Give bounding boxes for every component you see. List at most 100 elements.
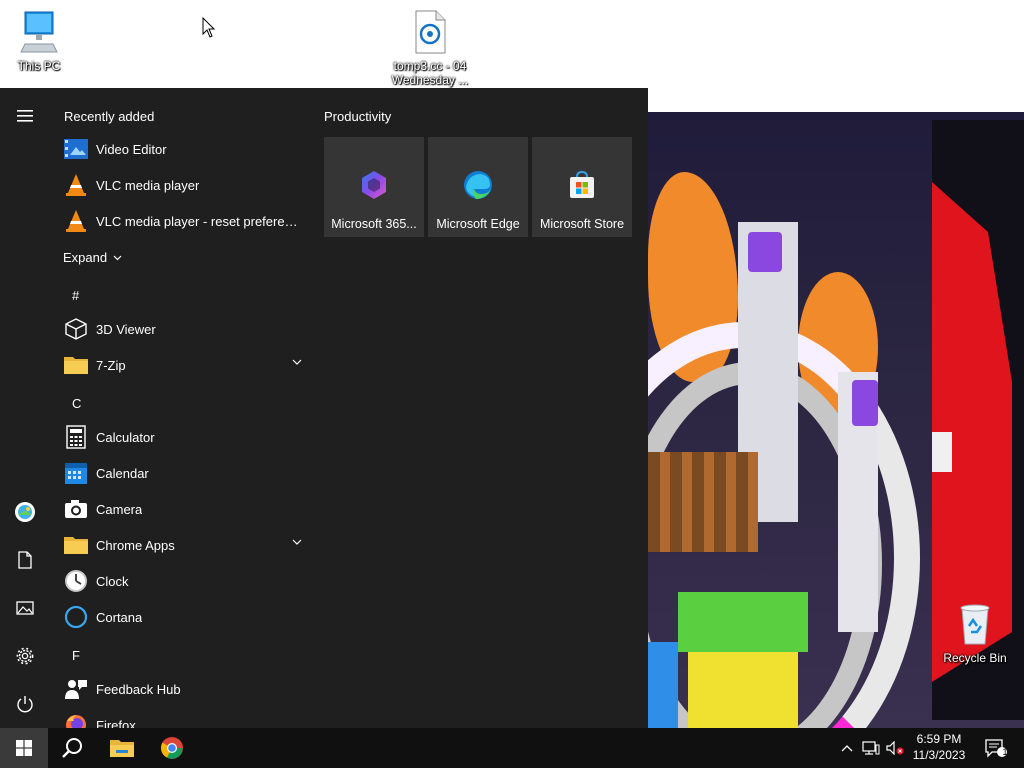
app-firefox[interactable]: Firefox	[58, 707, 308, 728]
clock-date: 11/3/2023	[912, 748, 966, 762]
taskbar: 6:59 PM 11/3/2023 1	[0, 728, 1024, 768]
audio-file-icon	[415, 10, 446, 54]
group-letter-hash[interactable]: #	[72, 288, 79, 303]
tile-microsoft-365[interactable]: Microsoft 365...	[324, 137, 424, 237]
this-pc-desktop-icon[interactable]: This PC	[10, 10, 68, 73]
recently-added-title: Recently added	[64, 109, 155, 124]
network-icon	[862, 741, 880, 755]
recycle-bin-desktop-icon[interactable]: Recycle Bin	[940, 602, 1010, 665]
clock-icon	[65, 570, 87, 592]
start-rail	[0, 88, 50, 728]
tiles-area: Productivity Microsoft 365... Microsoft …	[312, 88, 648, 728]
group-letter-f[interactable]: F	[72, 648, 80, 663]
vlc-icon	[66, 210, 86, 232]
power-icon	[17, 696, 33, 713]
app-list: Recently added Video Editor VLC media pl…	[50, 88, 312, 728]
group-letter-c[interactable]: C	[72, 396, 81, 411]
expand-label: Expand	[63, 250, 108, 265]
app-3d-viewer[interactable]: 3D Viewer	[58, 311, 308, 347]
chevron-down-icon	[292, 539, 302, 545]
this-pc-icon	[20, 11, 58, 53]
tile-label: Microsoft Edge	[436, 217, 520, 231]
app-video-editor[interactable]: Video Editor	[58, 131, 308, 167]
show-hidden-icons-button[interactable]	[836, 728, 858, 768]
volume-muted-icon	[886, 741, 904, 755]
edge-icon	[464, 171, 492, 199]
calculator-icon	[66, 425, 86, 449]
hamburger-menu-button[interactable]	[5, 98, 45, 134]
app-vlc-media-player[interactable]: VLC media player	[58, 167, 308, 203]
chevron-down-icon	[292, 359, 302, 365]
start-menu: Recently added Video Editor VLC media pl…	[0, 88, 648, 728]
clock-time: 6:59 PM	[916, 732, 962, 746]
chrome-taskbar-button[interactable]	[148, 728, 196, 768]
chevron-up-icon	[841, 745, 853, 752]
app-vlc-reset-preferences[interactable]: VLC media player - reset preferences...	[58, 203, 308, 239]
expand-button[interactable]: Expand	[63, 250, 122, 265]
store-icon	[570, 170, 594, 198]
tile-microsoft-edge[interactable]: Microsoft Edge	[428, 137, 528, 237]
app-label: Chrome Apps	[96, 537, 175, 553]
firefox-icon	[66, 715, 86, 728]
tile-microsoft-store[interactable]: Microsoft Store	[532, 137, 632, 237]
mouse-cursor-icon	[202, 17, 216, 38]
chrome-icon	[160, 737, 183, 759]
app-label: VLC media player	[96, 177, 200, 193]
app-label: 7-Zip	[96, 357, 126, 373]
tile-label: Microsoft Store	[539, 217, 625, 231]
calendar-icon	[65, 463, 87, 484]
feedback-hub-icon	[65, 680, 87, 699]
tomp3-file-desktop-icon[interactable]: tomp3.cc - 04 Wednesday ...	[384, 10, 476, 87]
chevron-down-icon	[113, 255, 122, 260]
folder-icon	[64, 357, 88, 374]
tomp3-file-label: tomp3.cc - 04 Wednesday ...	[391, 59, 469, 87]
search-icon	[62, 738, 82, 758]
system-clock[interactable]: 6:59 PM 11/3/2023	[904, 731, 974, 763]
vlc-icon	[66, 174, 86, 196]
app-label: Video Editor	[96, 141, 167, 157]
user-avatar-icon	[15, 502, 35, 522]
recycle-bin-icon	[960, 604, 990, 645]
user-account-button[interactable]	[5, 494, 45, 530]
3d-viewer-icon	[65, 318, 87, 340]
app-label: Firefox	[96, 717, 136, 729]
app-calendar[interactable]: Calendar	[58, 455, 308, 491]
notification-count-badge: 1	[1002, 747, 1008, 757]
app-label: Calendar	[96, 465, 149, 481]
app-label: Calculator	[96, 429, 155, 445]
video-editor-icon	[64, 139, 88, 159]
file-explorer-icon	[110, 740, 134, 757]
camera-icon	[65, 500, 87, 518]
microsoft-365-icon	[362, 171, 386, 199]
app-camera[interactable]: Camera	[58, 491, 308, 527]
document-icon	[18, 551, 32, 569]
app-label: Feedback Hub	[96, 681, 181, 697]
app-calculator[interactable]: Calculator	[58, 419, 308, 455]
app-7-zip-folder[interactable]: 7-Zip	[58, 347, 308, 383]
search-button[interactable]	[48, 728, 96, 768]
action-center-button[interactable]: 1	[978, 728, 1014, 768]
app-cortana[interactable]: Cortana	[58, 599, 308, 635]
volume-tray-button[interactable]	[884, 728, 906, 768]
pictures-button[interactable]	[5, 590, 45, 626]
cortana-icon	[64, 605, 88, 629]
this-pc-label: This PC	[17, 59, 61, 73]
windows-logo-icon	[16, 740, 32, 756]
documents-button[interactable]	[5, 542, 45, 578]
app-feedback-hub[interactable]: Feedback Hub	[58, 671, 308, 707]
hamburger-icon	[17, 110, 33, 122]
start-button[interactable]	[0, 728, 48, 768]
app-label: Clock	[96, 573, 129, 589]
tile-group-title[interactable]: Productivity	[324, 109, 391, 124]
gear-icon	[16, 647, 34, 665]
app-label: Cortana	[96, 609, 143, 625]
app-label: 3D Viewer	[96, 321, 156, 337]
network-tray-button[interactable]	[860, 728, 882, 768]
app-chrome-apps-folder[interactable]: Chrome Apps	[58, 527, 308, 563]
pictures-icon	[16, 601, 34, 615]
app-label: VLC media player - reset preferences...	[96, 213, 302, 229]
app-clock[interactable]: Clock	[58, 563, 308, 599]
power-button[interactable]	[5, 686, 45, 722]
file-explorer-taskbar-button[interactable]	[98, 728, 146, 768]
settings-button[interactable]	[5, 638, 45, 674]
